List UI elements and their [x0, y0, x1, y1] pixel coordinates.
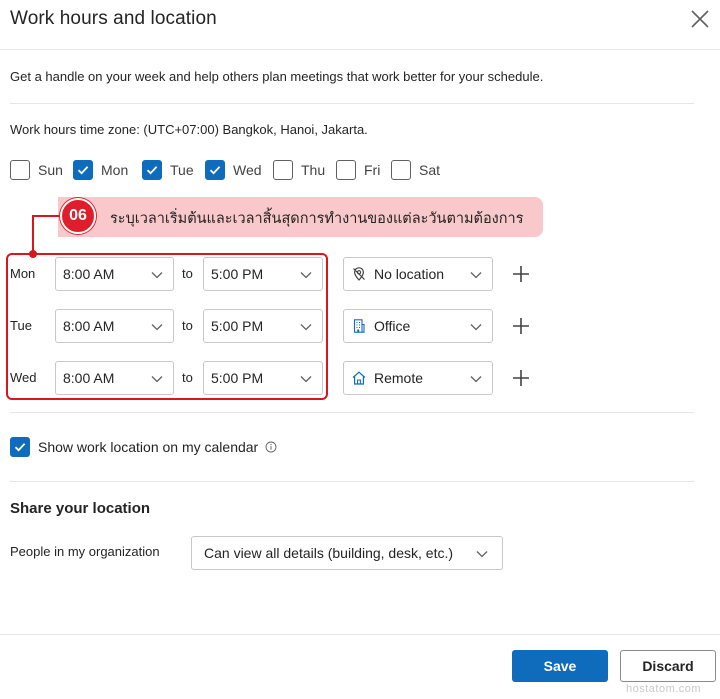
checkbox[interactable] — [73, 160, 93, 180]
checkbox[interactable] — [10, 160, 30, 180]
day-label: Thu — [301, 162, 326, 178]
chevron-down-icon — [470, 272, 482, 279]
home-icon — [351, 370, 367, 386]
dialog-title: Work hours and location — [10, 8, 217, 29]
add-time-slot-button[interactable] — [511, 316, 531, 336]
start-time-dropdown-tue[interactable]: 8:00 AM — [55, 309, 174, 343]
annotation-step-badge: 06 — [60, 198, 96, 234]
row-day-label: Wed — [10, 370, 37, 385]
watermark: hostatom.com — [626, 683, 702, 695]
show-location-label: Show work location on my calendar — [38, 439, 259, 455]
checkmark-icon — [14, 443, 26, 452]
chevron-down-icon — [151, 272, 163, 279]
annotation-text: ระบุเวลาเริ่มต้นและเวลาสิ้นสุดการทำงานขอ… — [110, 211, 524, 227]
day-label: Fri — [364, 162, 381, 178]
day-checkbox-fri[interactable]: Fri — [336, 159, 380, 181]
location-dropdown-tue[interactable]: Office — [343, 309, 493, 343]
chevron-down-icon — [300, 376, 312, 383]
end-time-dropdown-wed[interactable]: 5:00 PM — [203, 361, 323, 395]
day-label: Sat — [419, 162, 441, 178]
annotation-connector — [32, 215, 34, 252]
plus-icon — [513, 370, 529, 386]
chevron-down-icon — [300, 324, 312, 331]
day-label: Tue — [170, 162, 194, 178]
annotation-connector — [32, 215, 60, 217]
end-time-dropdown-mon[interactable]: 5:00 PM — [203, 257, 323, 291]
location-dropdown-wed[interactable]: Remote — [343, 361, 493, 395]
divider — [10, 103, 694, 104]
divider — [0, 634, 720, 635]
share-permission-value: Can view all details (building, desk, et… — [204, 545, 454, 561]
info-icon[interactable] — [265, 441, 277, 453]
start-time-value: 8:00 AM — [63, 266, 115, 282]
location-value: No location — [374, 266, 445, 282]
day-checkbox-tue[interactable]: Tue — [142, 159, 194, 181]
chevron-down-icon — [470, 376, 482, 383]
checkbox[interactable] — [10, 437, 30, 457]
chevron-down-icon — [470, 324, 482, 331]
start-time-value: 8:00 AM — [63, 318, 115, 334]
timezone-text: Work hours time zone: (UTC+07:00) Bangko… — [10, 122, 368, 137]
to-label: to — [182, 318, 193, 333]
people-label: People in my organization — [10, 544, 160, 559]
add-time-slot-button[interactable] — [511, 264, 531, 284]
end-time-value: 5:00 PM — [211, 370, 264, 386]
location-value: Remote — [374, 370, 424, 386]
plus-icon — [513, 266, 529, 282]
end-time-value: 5:00 PM — [211, 318, 264, 334]
row-day-label: Tue — [10, 318, 32, 333]
no-location-icon — [351, 266, 367, 282]
row-day-label: Mon — [10, 266, 36, 281]
day-checkbox-thu[interactable]: Thu — [273, 159, 325, 181]
day-checkbox-sun[interactable]: Sun — [10, 159, 63, 181]
location-dropdown-mon[interactable]: No location — [343, 257, 493, 291]
end-time-dropdown-tue[interactable]: 5:00 PM — [203, 309, 323, 343]
start-time-dropdown-mon[interactable]: 8:00 AM — [55, 257, 174, 291]
divider — [10, 481, 694, 482]
checkbox[interactable] — [273, 160, 293, 180]
plus-icon — [513, 318, 529, 334]
divider — [0, 49, 720, 50]
checkbox[interactable] — [142, 160, 162, 180]
show-location-checkbox[interactable]: Show work location on my calendar — [10, 437, 277, 457]
add-time-slot-button[interactable] — [511, 368, 531, 388]
intro-text: Get a handle on your week and help other… — [10, 69, 544, 84]
building-icon — [351, 318, 367, 334]
chevron-down-icon — [300, 272, 312, 279]
share-heading: Share your location — [10, 500, 151, 517]
day-checkbox-wed[interactable]: Wed — [205, 159, 262, 181]
chevron-down-icon — [476, 551, 488, 558]
checkbox[interactable] — [205, 160, 225, 180]
day-label: Mon — [101, 162, 129, 178]
start-time-dropdown-wed[interactable]: 8:00 AM — [55, 361, 174, 395]
end-time-value: 5:00 PM — [211, 266, 264, 282]
day-label: Sun — [38, 162, 63, 178]
to-label: to — [182, 266, 193, 281]
checkmark-icon — [209, 166, 221, 175]
day-checkbox-sat[interactable]: Sat — [391, 159, 440, 181]
day-checkbox-mon[interactable]: Mon — [73, 159, 128, 181]
checkmark-icon — [77, 166, 89, 175]
chevron-down-icon — [151, 376, 163, 383]
start-time-value: 8:00 AM — [63, 370, 115, 386]
share-permission-dropdown[interactable]: Can view all details (building, desk, et… — [191, 536, 503, 570]
checkmark-icon — [146, 166, 158, 175]
to-label: to — [182, 370, 193, 385]
save-button[interactable]: Save — [512, 650, 608, 682]
discard-button[interactable]: Discard — [620, 650, 716, 682]
day-label: Wed — [233, 162, 262, 178]
close-icon[interactable] — [689, 8, 711, 30]
annotation-callout: ระบุเวลาเริ่มต้นและเวลาสิ้นสุดการทำงานขอ… — [58, 197, 543, 237]
location-value: Office — [374, 318, 411, 334]
checkbox[interactable] — [391, 160, 411, 180]
chevron-down-icon — [151, 324, 163, 331]
divider — [10, 412, 694, 413]
checkbox[interactable] — [336, 160, 356, 180]
